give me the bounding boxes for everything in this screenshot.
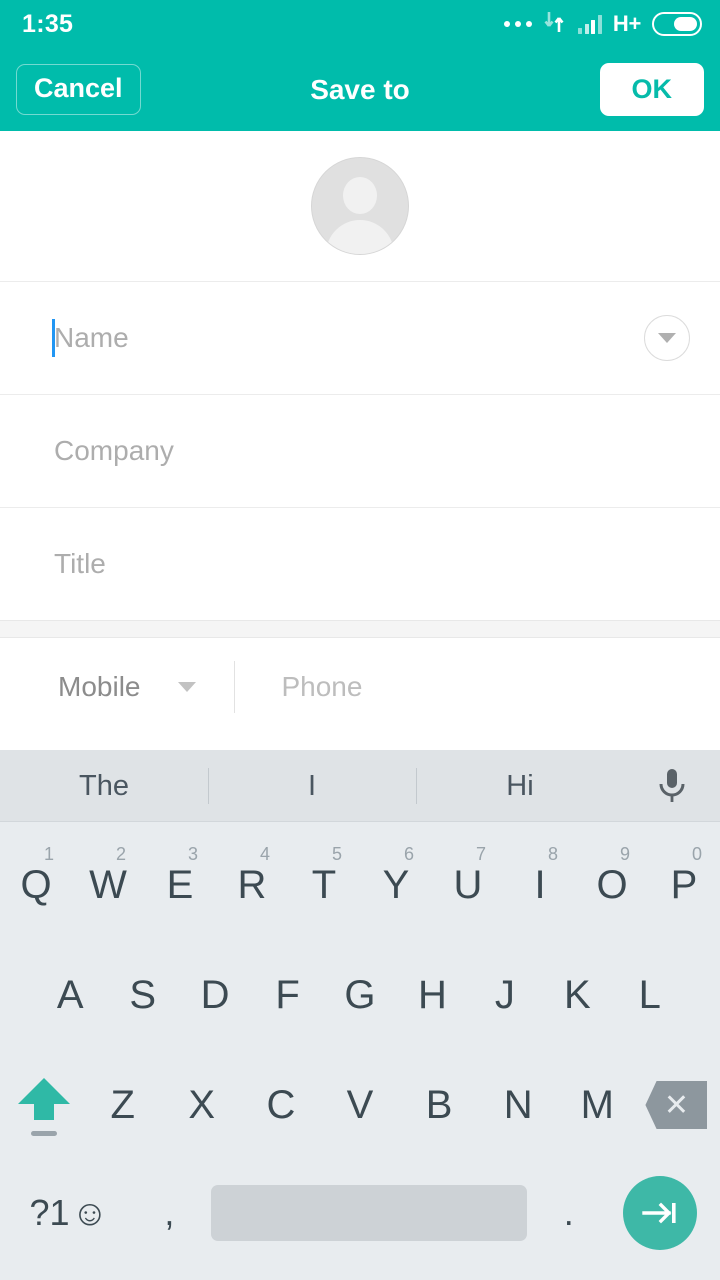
suggestion-bar: The I Hi bbox=[0, 750, 720, 822]
key-t[interactable]: 5T bbox=[288, 830, 360, 940]
key-b[interactable]: B bbox=[400, 1050, 479, 1160]
spacebar[interactable] bbox=[211, 1185, 528, 1241]
backspace-icon: ✕ bbox=[645, 1081, 708, 1129]
key-a[interactable]: A bbox=[34, 940, 106, 1050]
key-v[interactable]: V bbox=[320, 1050, 399, 1160]
on-screen-keyboard: The I Hi 1Q 2W 3E 4R 5T 6Y 7U 8I 9 O 0 P… bbox=[0, 750, 720, 1280]
name-input[interactable]: Name bbox=[54, 322, 129, 354]
chevron-down-icon bbox=[658, 333, 676, 343]
status-icons: H+ bbox=[504, 11, 702, 38]
tab-next-icon bbox=[623, 1176, 698, 1250]
expand-name-button[interactable] bbox=[644, 315, 690, 361]
comma-key[interactable]: , bbox=[128, 1192, 211, 1234]
key-n[interactable]: N bbox=[479, 1050, 558, 1160]
company-input[interactable]: Company bbox=[54, 435, 174, 467]
data-sync-icon bbox=[543, 11, 567, 38]
key-m[interactable]: M bbox=[558, 1050, 637, 1160]
app-bar: Cancel Save to OK bbox=[0, 48, 720, 131]
key-g[interactable]: G bbox=[324, 940, 396, 1050]
battery-icon bbox=[652, 12, 702, 36]
key-f[interactable]: F bbox=[251, 940, 323, 1050]
key-p[interactable]: 0P bbox=[648, 830, 720, 940]
cancel-button[interactable]: Cancel bbox=[16, 64, 141, 115]
keyboard-row-1: 1Q 2W 3E 4R 5T 6Y 7U 8I 9O 0P bbox=[0, 830, 720, 940]
key-w[interactable]: 2W bbox=[72, 830, 144, 940]
phone-field-row[interactable]: Mobile Phone bbox=[0, 638, 720, 735]
shift-key[interactable] bbox=[4, 1050, 83, 1160]
key-x[interactable]: X bbox=[162, 1050, 241, 1160]
suggestion-2[interactable]: Hi bbox=[416, 750, 624, 822]
microphone-button[interactable] bbox=[624, 766, 720, 806]
contact-form: Name Company Title Mobile Phone bbox=[0, 131, 720, 735]
suggestion-0[interactable]: The bbox=[0, 750, 208, 822]
emoji-icon: ☺ bbox=[71, 1192, 109, 1233]
key-q[interactable]: 1Q bbox=[0, 830, 72, 940]
status-bar: 1:35 H+ bbox=[0, 0, 720, 48]
period-key[interactable]: . bbox=[527, 1192, 610, 1234]
key-j[interactable]: J bbox=[469, 940, 541, 1050]
person-placeholder-icon bbox=[343, 177, 377, 214]
shift-caps-lock-icon bbox=[17, 1078, 70, 1136]
key-y[interactable]: 6Y bbox=[360, 830, 432, 940]
key-c[interactable]: C bbox=[241, 1050, 320, 1160]
company-field-row[interactable]: Company bbox=[0, 394, 720, 507]
key-o[interactable]: 9O bbox=[576, 830, 648, 940]
backspace-key[interactable]: ✕ bbox=[637, 1050, 716, 1160]
avatar-section bbox=[0, 131, 720, 281]
phone-input[interactable]: Phone bbox=[281, 671, 362, 703]
more-dots-icon bbox=[504, 21, 533, 27]
status-time: 1:35 bbox=[22, 9, 74, 38]
title-input[interactable]: Title bbox=[54, 548, 106, 580]
microphone-icon bbox=[659, 768, 685, 802]
key-h[interactable]: H bbox=[396, 940, 468, 1050]
key-u[interactable]: 7U bbox=[432, 830, 504, 940]
signal-bars-icon bbox=[578, 14, 602, 34]
name-field-row[interactable]: Name bbox=[0, 281, 720, 394]
key-d[interactable]: D bbox=[179, 940, 251, 1050]
key-s[interactable]: S bbox=[106, 940, 178, 1050]
key-z[interactable]: Z bbox=[83, 1050, 162, 1160]
keyboard-keys: 1Q 2W 3E 4R 5T 6Y 7U 8I 9O 0P A S D F G … bbox=[0, 822, 720, 1280]
keyboard-row-2: A S D F G H J K L bbox=[0, 940, 720, 1050]
phone-screen: 1:35 H+ Cancel Save to OK Name Company T… bbox=[0, 0, 720, 1280]
key-r[interactable]: 4R bbox=[216, 830, 288, 940]
symbols-label: ?1 bbox=[29, 1192, 70, 1233]
space-key[interactable] bbox=[211, 1185, 528, 1241]
enter-key[interactable] bbox=[610, 1176, 710, 1250]
suggestion-1[interactable]: I bbox=[208, 750, 416, 822]
keyboard-row-3: Z X C V B N M ✕ bbox=[0, 1050, 720, 1160]
network-type-label: H+ bbox=[612, 11, 641, 36]
section-divider bbox=[0, 620, 720, 638]
symbols-key[interactable]: ?1 ☺ bbox=[10, 1192, 128, 1234]
title-field-row[interactable]: Title bbox=[0, 507, 720, 620]
key-e[interactable]: 3E bbox=[144, 830, 216, 940]
chevron-down-icon[interactable] bbox=[178, 681, 197, 692]
divider bbox=[234, 660, 236, 713]
ok-button[interactable]: OK bbox=[599, 63, 704, 116]
text-cursor bbox=[52, 319, 55, 357]
keyboard-row-4: ?1 ☺ , . bbox=[0, 1160, 720, 1266]
avatar[interactable] bbox=[311, 157, 409, 255]
key-i[interactable]: 8I bbox=[504, 830, 576, 940]
phone-type-label[interactable]: Mobile bbox=[58, 671, 140, 703]
key-k[interactable]: K bbox=[541, 940, 613, 1050]
key-l[interactable]: L bbox=[614, 940, 686, 1050]
